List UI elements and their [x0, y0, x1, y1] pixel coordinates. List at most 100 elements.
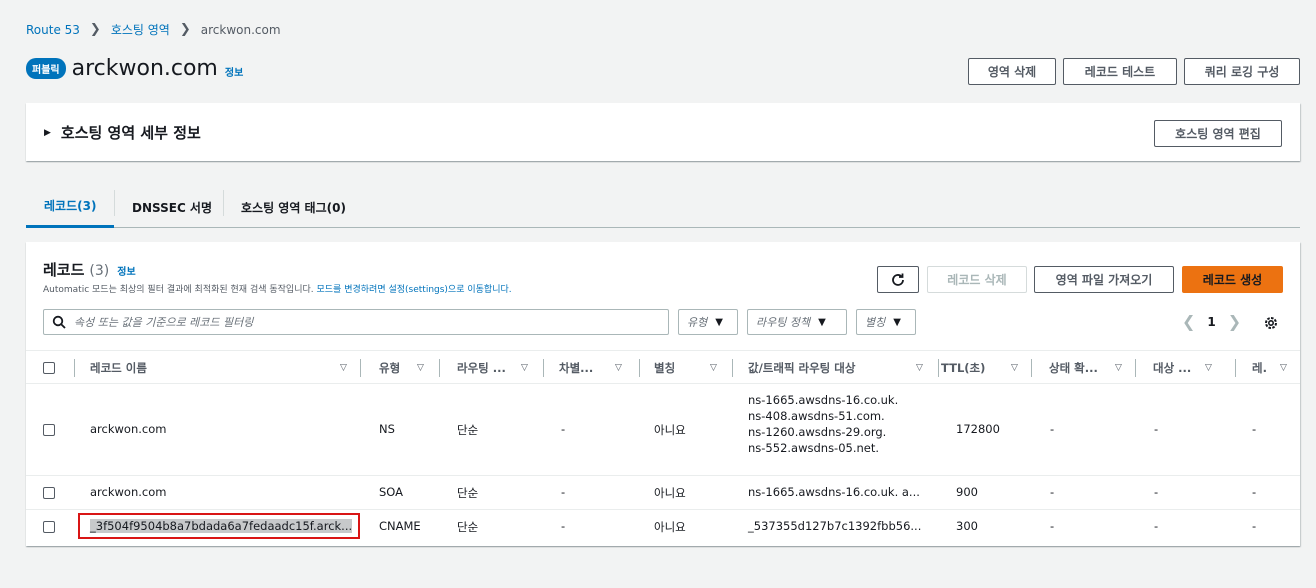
- subtitle-text: Automatic 모드는 최상의 필터 결과에 최적화된 현재 검색 동작입니…: [43, 285, 314, 295]
- col-record-id[interactable]: 레. ▽: [1252, 351, 1296, 385]
- filter-routing-label: 라우팅 정책: [756, 316, 811, 329]
- chevron-right-icon[interactable]: ❯: [1228, 312, 1241, 331]
- record-name[interactable]: arckwon.com: [90, 422, 166, 436]
- tab-hosted-zone-tags[interactable]: 호스팅 영역 태그(0): [241, 186, 346, 228]
- record-type: SOA: [379, 485, 404, 499]
- records-table: 레코드 이름 ▽ 유형 ▽ 라우팅 ... ▽ 차별... ▽ 별칭 ▽ 값/트래픽 라우…: [26, 350, 1300, 544]
- sort-icon: ▽: [1205, 363, 1212, 373]
- sort-icon: ▽: [1115, 363, 1122, 373]
- record-name[interactable]: _3f504f9504b8a7bdada6a7fedaadc15f.arck..…: [90, 519, 353, 533]
- col-target-health[interactable]: 대상 ... ▽: [1153, 351, 1236, 385]
- info-link[interactable]: 정보: [225, 64, 243, 79]
- filter-alias-label: 별칭: [865, 316, 886, 329]
- record-value: ns-408.awsdns-51.com.: [748, 409, 885, 423]
- select-all-checkbox[interactable]: [43, 362, 55, 374]
- page: Route 53 ❯ 호스팅 영역 ❯ arckwon.com 퍼블릭 arck…: [0, 10, 1316, 578]
- tab-dnssec[interactable]: DNSSEC 서명: [132, 186, 212, 228]
- sort-icon: ▽: [615, 363, 622, 373]
- record-routing: 단순: [457, 486, 479, 500]
- public-badge: 퍼블릭: [26, 58, 66, 79]
- record-ttl: 900: [956, 485, 978, 499]
- breadcrumb-current: arckwon.com: [200, 22, 281, 37]
- record-name[interactable]: arckwon.com: [90, 485, 166, 499]
- delete-zone-button[interactable]: 영역 삭제: [968, 58, 1056, 85]
- filter-alias-select[interactable]: 별칭 ▼: [856, 309, 916, 335]
- test-record-button[interactable]: 레코드 테스트: [1063, 58, 1177, 85]
- record-ttl: 300: [956, 519, 978, 533]
- record-value: ns-1665.awsdns-16.co.uk.: [748, 393, 899, 407]
- col-record-name[interactable]: 레코드 이름 ▽: [90, 351, 361, 385]
- record-target-health: -: [1154, 485, 1159, 499]
- settings-gear-icon[interactable]: [1263, 315, 1279, 331]
- breadcrumb-route53[interactable]: Route 53: [26, 23, 80, 37]
- query-logging-button[interactable]: 쿼리 로깅 구성: [1184, 58, 1300, 85]
- filter-type-select[interactable]: 유형 ▼: [678, 309, 738, 335]
- table-header: 레코드 이름 ▽ 유형 ▽ 라우팅 ... ▽ 차별... ▽ 별칭 ▽ 값/트래픽 라우…: [26, 350, 1300, 384]
- col-alias[interactable]: 별칭 ▽: [654, 351, 734, 385]
- refresh-icon: [892, 273, 904, 286]
- pagination: ❮ 1 ❯: [1182, 312, 1241, 331]
- search-placeholder: 속성 또는 값을 기준으로 레코드 필터링: [74, 316, 254, 329]
- search-input[interactable]: 속성 또는 값을 기준으로 레코드 필터링: [43, 309, 669, 335]
- row-checkbox[interactable]: [43, 521, 55, 533]
- edit-hosted-zone-button[interactable]: 호스팅 영역 편집: [1154, 120, 1282, 147]
- row-checkbox[interactable]: [43, 424, 55, 436]
- record-type: CNAME: [379, 519, 421, 533]
- record-routing: 단순: [457, 423, 479, 437]
- tab-divider: [223, 190, 224, 216]
- chevron-left-icon[interactable]: ❮: [1182, 312, 1195, 331]
- import-zone-file-button[interactable]: 영역 파일 가져오기: [1034, 266, 1174, 293]
- breadcrumb-hosted-zones[interactable]: 호스팅 영역: [111, 21, 170, 38]
- tab-divider: [114, 190, 115, 216]
- record-health-check: -: [1050, 422, 1055, 436]
- refresh-button[interactable]: [877, 266, 919, 293]
- record-health-check: -: [1050, 519, 1055, 533]
- sort-icon: ▽: [710, 363, 717, 373]
- title-row: 퍼블릭 arckwon.com 정보: [26, 56, 243, 81]
- sort-icon: ▽: [340, 363, 347, 373]
- col-value[interactable]: 값/트래픽 라우팅 대상 ▽: [748, 351, 939, 385]
- tab-records[interactable]: 레코드(3): [26, 186, 115, 228]
- page-title: arckwon.com: [71, 56, 218, 81]
- details-title: 호스팅 영역 세부 정보: [60, 124, 201, 142]
- table-row[interactable]: _3f504f9504b8a7bdada6a7fedaadc15f.arck..…: [26, 510, 1300, 544]
- caret-down-icon: ▼: [818, 316, 826, 328]
- record-alias: 아니요: [654, 486, 686, 500]
- caret-right-icon: ▶: [44, 127, 51, 138]
- table-row[interactable]: arckwon.com SOA 단순 - 아니요 ns-1665.awsdns-…: [26, 476, 1300, 510]
- settings-link[interactable]: 모드를 변경하려면 설정(settings)으로 이동합니다.: [317, 285, 512, 295]
- records-subtitle: Automatic 모드는 최상의 필터 결과에 최적화된 현재 검색 동작입니…: [43, 282, 512, 295]
- col-ttl[interactable]: TTL(초) ▽: [941, 351, 1032, 385]
- caret-down-icon: ▼: [715, 316, 723, 328]
- col-type[interactable]: 유형 ▽: [379, 351, 441, 385]
- details-toggle[interactable]: ▶ 호스팅 영역 세부 정보: [44, 122, 201, 143]
- col-health-check[interactable]: 상태 확... ▽: [1049, 351, 1137, 385]
- record-alias: 아니요: [654, 423, 686, 437]
- sort-icon: ▽: [1280, 363, 1287, 373]
- search-icon: [52, 315, 66, 329]
- record-type: NS: [379, 422, 395, 436]
- record-value: ns-1260.awsdns-29.org.: [748, 425, 887, 439]
- record-value: ns-552.awsdns-05.net.: [748, 441, 880, 455]
- col-differentiator[interactable]: 차별... ▽: [559, 351, 645, 385]
- records-heading: 레코드 (3) 정보: [43, 259, 136, 280]
- row-checkbox[interactable]: [43, 487, 55, 499]
- records-info-link[interactable]: 정보: [117, 263, 135, 278]
- create-record-button[interactable]: 레코드 생성: [1182, 266, 1283, 293]
- delete-record-button[interactable]: 레코드 삭제: [927, 266, 1027, 293]
- page-number[interactable]: 1: [1207, 315, 1215, 329]
- record-value: _537355d127b7c1392fbb56...: [748, 519, 922, 533]
- sort-icon: ▽: [1011, 363, 1018, 373]
- record-differentiator: -: [561, 485, 566, 499]
- record-health-check: -: [1050, 485, 1055, 499]
- table-row[interactable]: arckwon.com NS 단순 - 아니요 ns-1665.awsdns-1…: [26, 384, 1300, 476]
- record-ttl: 172800: [956, 422, 1000, 436]
- hosted-zone-details-panel: ▶ 호스팅 영역 세부 정보 호스팅 영역 편집: [26, 103, 1300, 161]
- record-differentiator: -: [561, 422, 566, 436]
- record-alias: 아니요: [654, 520, 686, 534]
- filter-type-label: 유형: [687, 316, 708, 329]
- col-routing[interactable]: 라우팅 ... ▽: [457, 351, 544, 385]
- record-id: -: [1252, 519, 1257, 533]
- record-values: ns-1665.awsdns-16.co.uk. ns-408.awsdns-5…: [748, 392, 898, 456]
- filter-routing-select[interactable]: 라우팅 정책 ▼: [747, 309, 847, 335]
